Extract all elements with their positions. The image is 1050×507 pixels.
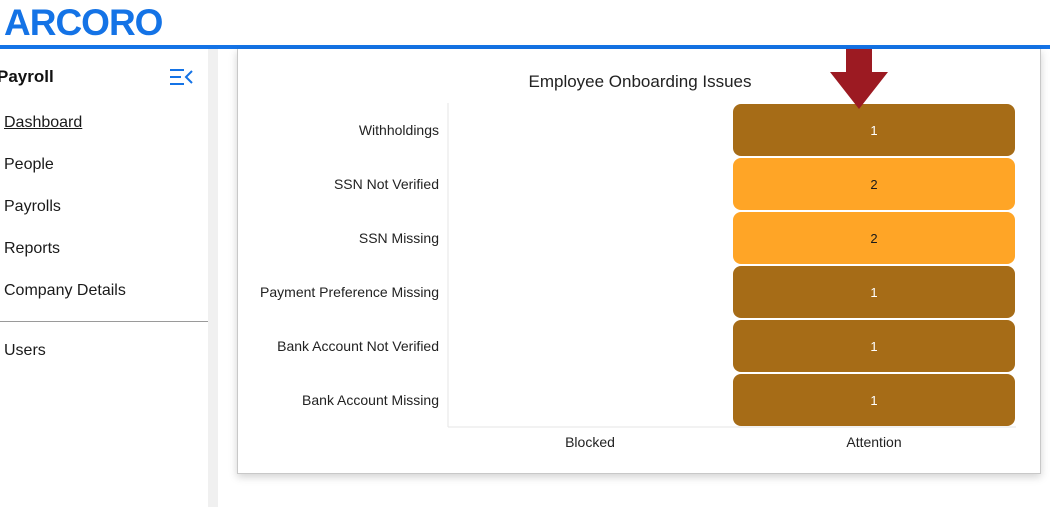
sidebar-item-payrolls[interactable]: Payrolls: [4, 198, 61, 216]
y-tick-label-bank-account-not-verified: Bank Account Not Verified: [277, 338, 439, 354]
y-tick-label-bank-account-missing: Bank Account Missing: [302, 392, 439, 408]
y-tick-label-withholdings: Withholdings: [359, 122, 439, 138]
menu-collapse-icon[interactable]: [168, 67, 194, 87]
sidebar-divider: [0, 321, 208, 322]
y-tick-label-ssn-not-verified: SSN Not Verified: [334, 176, 439, 192]
data-label-attention-withholdings: 1: [870, 123, 877, 138]
sidebar-item-company-details[interactable]: Company Details: [4, 282, 126, 300]
logo-text: ARCORO: [4, 2, 163, 42]
y-tick-label-ssn-missing: SSN Missing: [359, 230, 439, 246]
x-tick-label-attention: Attention: [846, 434, 901, 450]
data-label-attention-ssn-missing: 2: [870, 231, 877, 246]
sidebar-item-users[interactable]: Users: [4, 342, 46, 360]
x-tick-label-blocked: Blocked: [565, 434, 615, 450]
arcoro-logo[interactable]: ARCORO: [4, 2, 166, 42]
data-label-attention-bank-account-missing: 1: [870, 393, 877, 408]
annotation-arrow-down-icon: [830, 49, 888, 109]
chart-title: Employee Onboarding Issues: [528, 72, 751, 91]
sidebar-gutter: [208, 49, 218, 507]
sidebar-item-dashboard[interactable]: Dashboard: [4, 114, 82, 132]
y-tick-label-payment-preference-missing: Payment Preference Missing: [260, 284, 439, 300]
sidebar-item-reports[interactable]: Reports: [4, 240, 60, 258]
sidebar-item-people[interactable]: People: [4, 156, 54, 174]
onboarding-issues-card: Employee Onboarding Issues Withholdings S…: [237, 49, 1041, 474]
data-label-attention-bank-account-not-verified: 1: [870, 339, 877, 354]
data-label-attention-payment-preference-missing: 1: [870, 285, 877, 300]
onboarding-issues-chart: Employee Onboarding Issues Withholdings S…: [260, 49, 1016, 450]
data-label-attention-ssn-not-verified: 2: [870, 177, 877, 192]
sidebar-title: Payroll: [0, 67, 54, 86]
sidebar: Payroll Dashboard People Payrolls Report…: [0, 49, 208, 507]
